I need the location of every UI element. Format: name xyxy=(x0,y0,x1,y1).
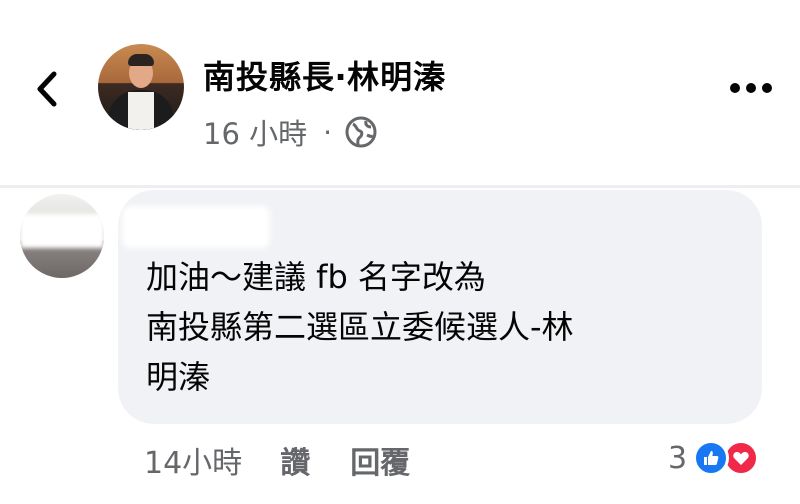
reaction-summary[interactable]: 3 xyxy=(668,436,760,480)
like-reaction-icon xyxy=(693,440,730,476)
back-button[interactable] xyxy=(30,67,64,111)
more-options-button[interactable] xyxy=(722,70,780,106)
more-horizontal-icon xyxy=(730,83,772,93)
page-name[interactable]: 南投縣長‧林明溱 xyxy=(203,52,446,98)
post-meta: 16 小時 · xyxy=(203,112,378,152)
commenter-name-redaction xyxy=(122,206,270,248)
comment-actions: 14小時 讚 回覆 xyxy=(144,438,410,482)
avatar-shirt-shape xyxy=(128,92,154,130)
comment-text: 加油～建議 fb 名字改為 南投縣第二選區立委候選人-林 明溱 xyxy=(146,258,574,396)
header-divider xyxy=(0,185,800,188)
chevron-left-icon xyxy=(37,71,57,107)
comment-time[interactable]: 14小時 xyxy=(144,438,242,482)
globe-icon xyxy=(345,116,377,148)
like-button[interactable]: 讚 xyxy=(280,438,310,482)
comment-bubble[interactable]: 加油～建議 fb 名字改為 南投縣第二選區立委候選人-林 明溱 xyxy=(118,190,762,424)
post-header: 南投縣長‧林明溱 16 小時 · xyxy=(0,0,800,183)
reaction-count: 3 xyxy=(668,440,688,476)
page-avatar[interactable] xyxy=(98,44,184,130)
commenter-avatar[interactable] xyxy=(20,194,104,278)
post-time[interactable]: 16 小時 xyxy=(203,111,307,153)
meta-separator: · xyxy=(323,115,333,149)
avatar-redaction xyxy=(20,214,104,248)
reply-button[interactable]: 回覆 xyxy=(350,438,410,482)
avatar-hair-shape xyxy=(128,54,154,66)
